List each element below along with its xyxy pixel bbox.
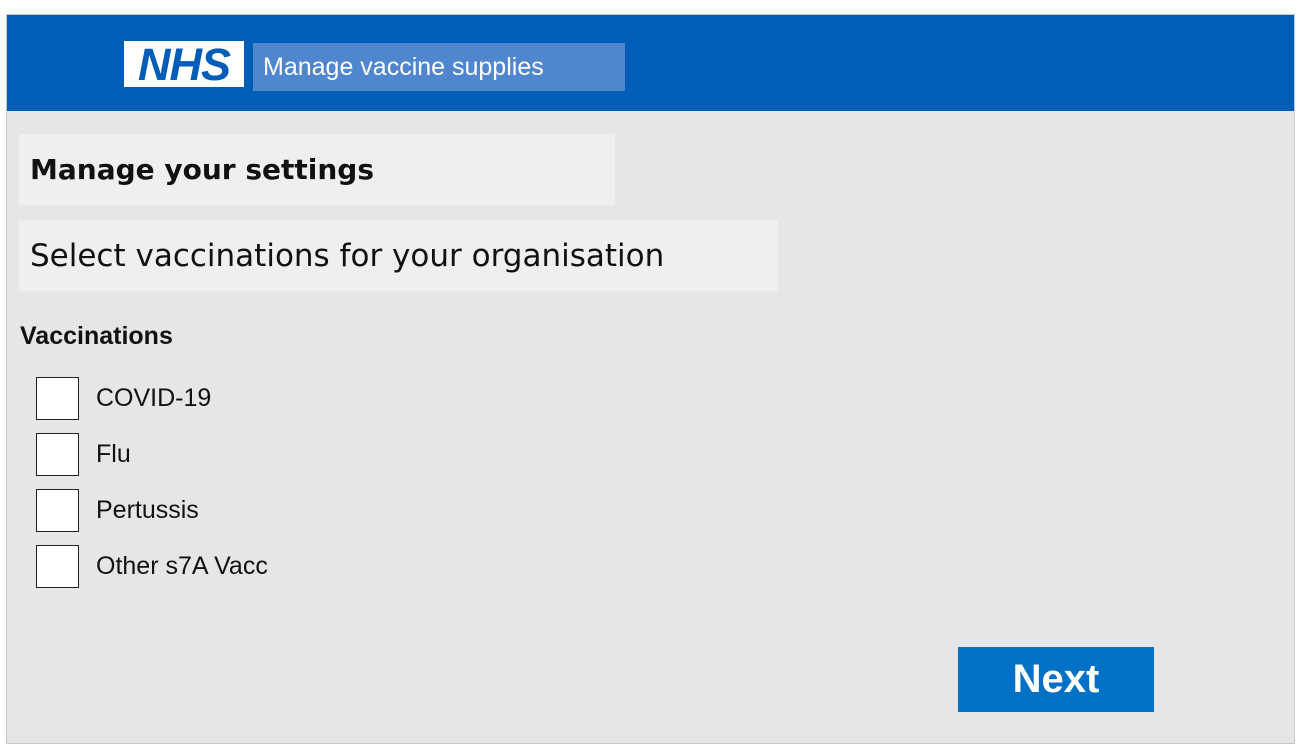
- page-title-box: Manage your settings: [19, 134, 615, 205]
- page-subtitle: Select vaccinations for your organisatio…: [30, 237, 665, 274]
- option-label-pertussis[interactable]: Pertussis: [96, 496, 199, 525]
- option-other-s7a-vacc[interactable]: Other s7A Vacc: [36, 545, 268, 588]
- nhs-logo-text: NHS: [137, 38, 231, 90]
- option-label-flu[interactable]: Flu: [96, 440, 131, 469]
- service-name[interactable]: Manage vaccine supplies: [253, 43, 625, 91]
- option-pertussis[interactable]: Pertussis: [36, 489, 268, 532]
- checkbox-pertussis[interactable]: [36, 489, 79, 532]
- nhs-logo[interactable]: NHS: [124, 41, 244, 87]
- checkbox-other-s7a-vacc[interactable]: [36, 545, 79, 588]
- app-frame: NHS Manage vaccine supplies Manage your …: [6, 14, 1295, 744]
- page-subtitle-box: Select vaccinations for your organisatio…: [19, 220, 778, 291]
- option-covid-19[interactable]: COVID-19: [36, 377, 268, 420]
- vaccination-options: COVID-19 Flu Pertussis Other s7A Vacc: [36, 377, 268, 601]
- option-label-other-s7a-vacc[interactable]: Other s7A Vacc: [96, 552, 268, 581]
- checkbox-covid-19[interactable]: [36, 377, 79, 420]
- vaccinations-legend: Vaccinations: [20, 322, 173, 350]
- option-label-covid-19[interactable]: COVID-19: [96, 384, 211, 413]
- checkbox-flu[interactable]: [36, 433, 79, 476]
- site-header: NHS Manage vaccine supplies: [7, 15, 1294, 111]
- next-button[interactable]: Next: [958, 647, 1154, 712]
- page-title: Manage your settings: [30, 153, 375, 186]
- option-flu[interactable]: Flu: [36, 433, 268, 476]
